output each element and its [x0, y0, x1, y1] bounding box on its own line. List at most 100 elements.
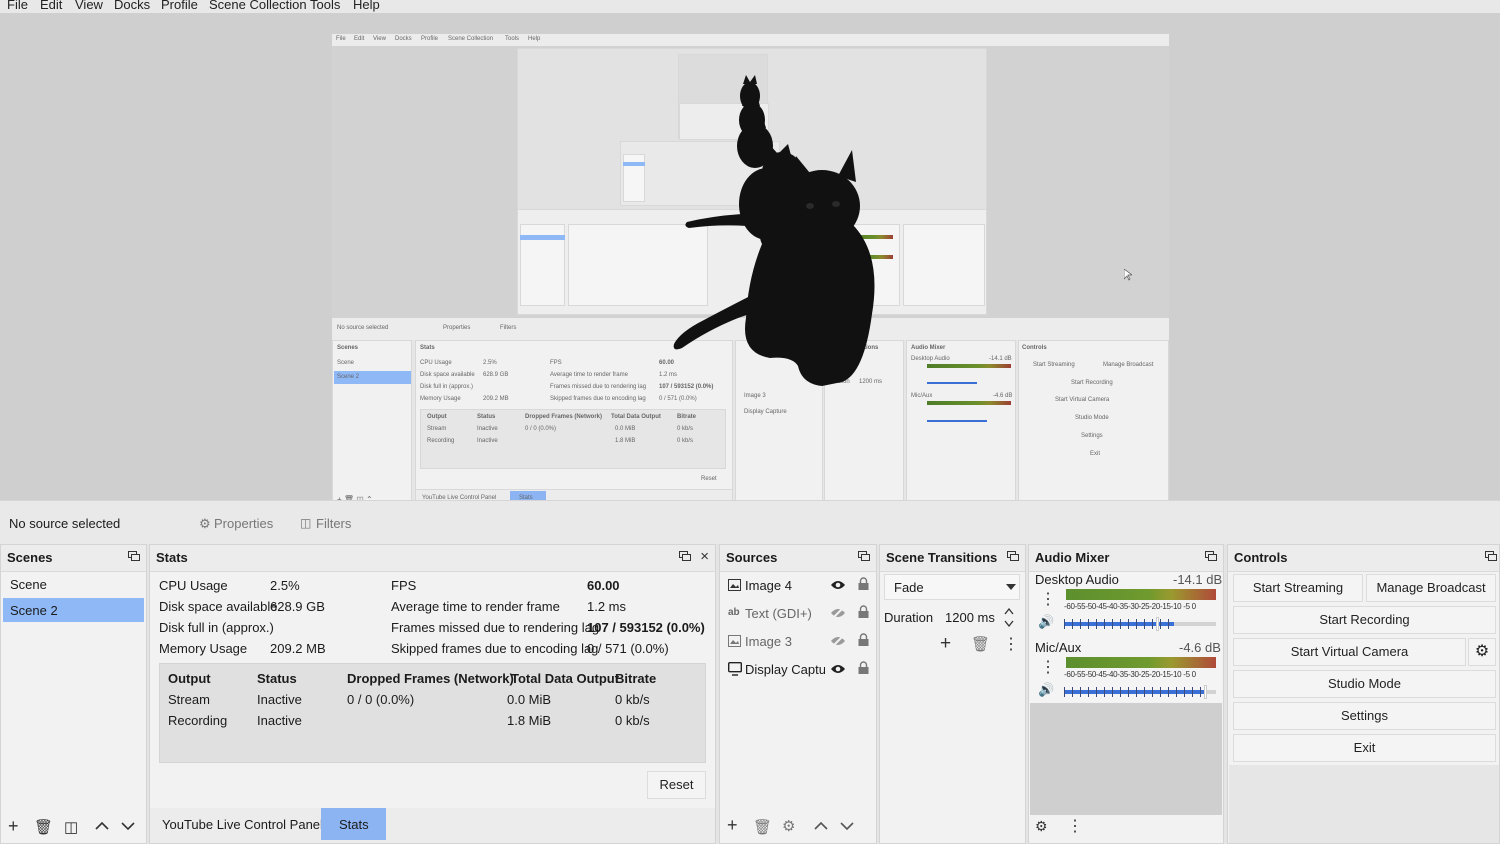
eye-hidden-icon[interactable]: [830, 606, 846, 620]
scene-item-selected[interactable]: Scene 2: [3, 598, 144, 622]
source-item[interactable]: Image 3: [724, 629, 874, 655]
nested-control: Start Virtual Camera: [1055, 397, 1110, 403]
chevron-down-icon[interactable]: [121, 821, 135, 831]
cpu-usage-value: 2.5%: [270, 578, 300, 593]
nested-control: Studio Mode: [1075, 415, 1109, 421]
manage-broadcast-button[interactable]: Manage Broadcast: [1366, 574, 1496, 602]
more-options-icon[interactable]: ⋮: [1040, 660, 1056, 676]
more-options-icon[interactable]: ⋮: [1067, 819, 1083, 835]
undock-icon[interactable]: [128, 551, 140, 561]
undock-icon[interactable]: [679, 551, 691, 561]
nested-menu-item: Docks: [395, 36, 412, 42]
more-options-icon[interactable]: ⋮: [1003, 637, 1019, 653]
tab-youtube-live-control-panel[interactable]: YouTube Live Control Panel: [154, 808, 323, 840]
menu-help[interactable]: Help: [353, 0, 380, 12]
scenes-title: Scenes: [7, 550, 53, 565]
preview-canvas[interactable]: File Edit View Docks Profile Scene Colle…: [331, 33, 1170, 507]
add-icon[interactable]: +: [940, 634, 951, 653]
trash-icon[interactable]: 🗑: [971, 637, 990, 652]
menu-view[interactable]: View: [75, 0, 103, 12]
lock-icon[interactable]: [858, 605, 869, 619]
eye-hidden-icon[interactable]: [830, 634, 846, 648]
nested-control: Exit: [1090, 451, 1101, 457]
exit-button[interactable]: Exit: [1233, 734, 1496, 762]
channel-name: Mic/Aux: [1035, 640, 1082, 655]
menu-profile[interactable]: Profile: [161, 0, 198, 12]
nested-desktop-db: -14.1 dB: [989, 356, 1012, 362]
undock-icon[interactable]: [1485, 551, 1497, 561]
filter-icon[interactable]: ◫: [64, 820, 78, 835]
nested-control: Manage Broadcast: [1103, 362, 1154, 368]
menu-scene-collection[interactable]: Scene Collection: [209, 0, 307, 12]
nested-scenes-title: Scenes: [337, 345, 359, 351]
duration-spinbox[interactable]: 1200 ms: [940, 605, 1020, 631]
controls-header: Controls: [1228, 545, 1499, 572]
virtual-camera-settings-gear-icon[interactable]: ⚙: [1468, 638, 1496, 666]
trash-icon[interactable]: 🗑: [34, 820, 53, 835]
properties-button[interactable]: ⚙ Properties: [199, 515, 279, 533]
close-icon[interactable]: ×: [700, 549, 709, 564]
table-cell: 0 / 0 (0.0%): [347, 692, 415, 707]
undock-icon[interactable]: [858, 551, 870, 561]
nested-audio-dock: Audio Mixer Desktop Audio -14.1 dB Mic/A…: [906, 340, 1016, 507]
scenes-header: Scenes: [1, 545, 146, 572]
add-icon[interactable]: +: [727, 816, 738, 834]
chevron-down-icon[interactable]: [840, 821, 854, 831]
lock-icon[interactable]: [858, 577, 869, 591]
nested-menu-item: Tools: [505, 36, 520, 42]
source-item[interactable]: ab Text (GDI+): [724, 601, 874, 627]
scene-item[interactable]: Scene: [3, 573, 144, 597]
duration-label: Duration: [884, 610, 934, 625]
scene-label: Scene 2: [10, 603, 58, 618]
chevron-up-icon[interactable]: [95, 821, 109, 831]
advanced-audio-gear-icon[interactable]: ⚙: [1035, 819, 1048, 834]
start-virtual-camera-button[interactable]: Start Virtual Camera: [1233, 638, 1466, 666]
lock-icon[interactable]: [858, 633, 869, 647]
cat-image-source[interactable]: [602, 54, 902, 394]
lock-icon[interactable]: [858, 661, 869, 675]
menu-edit[interactable]: Edit: [40, 0, 62, 12]
volume-handle[interactable]: [1204, 685, 1207, 699]
reset-button[interactable]: Reset: [647, 771, 706, 799]
volume-slider[interactable]: [1064, 685, 1216, 699]
tab-stats[interactable]: Stats: [321, 808, 386, 840]
studio-mode-button[interactable]: Studio Mode: [1233, 670, 1496, 698]
start-streaming-button[interactable]: Start Streaming: [1233, 574, 1363, 602]
nested-mic-label: Mic/Aux: [911, 393, 933, 399]
undock-icon[interactable]: [1205, 551, 1217, 561]
start-recording-button[interactable]: Start Recording: [1233, 606, 1496, 634]
gear-icon[interactable]: ⚙: [782, 819, 795, 834]
speaker-icon[interactable]: 🔊: [1038, 682, 1054, 697]
source-label: Image 4: [745, 578, 792, 593]
source-item[interactable]: Display Captur: [724, 657, 874, 683]
duration-value: 1200 ms: [945, 610, 995, 625]
eye-icon[interactable]: [830, 579, 846, 591]
nested-stat-value: 2.5%: [483, 360, 497, 366]
menu-docks[interactable]: Docks: [114, 0, 150, 12]
menu-tools[interactable]: Tools: [310, 0, 340, 12]
no-source-label: No source selected: [9, 516, 121, 531]
table-header: Dropped Frames (Network): [347, 671, 514, 686]
filters-button[interactable]: ◫ Filters: [300, 515, 360, 533]
settings-button[interactable]: Settings: [1233, 702, 1496, 730]
source-label: Text (GDI+): [745, 606, 812, 621]
transition-select[interactable]: Fade: [884, 574, 1020, 600]
volume-slider[interactable]: [1064, 617, 1216, 631]
trash-icon[interactable]: 🗑: [753, 820, 772, 835]
speaker-icon[interactable]: 🔊: [1038, 614, 1054, 629]
source-item[interactable]: Image 4: [724, 573, 874, 599]
rendering-lag-label: Frames missed due to rendering lag: [391, 620, 600, 635]
volume-handle[interactable]: [1156, 617, 1159, 631]
preview-area[interactable]: File Edit View Docks Profile Scene Colle…: [0, 13, 1500, 507]
chevron-up-icon[interactable]: [814, 821, 828, 831]
nested-scene-item: Scene 2: [337, 374, 360, 380]
undock-icon[interactable]: [1007, 551, 1019, 561]
level-meter: [1066, 589, 1216, 600]
spin-down-icon[interactable]: [1004, 620, 1014, 627]
add-icon[interactable]: +: [8, 817, 19, 835]
eye-icon[interactable]: [830, 663, 846, 675]
menu-file[interactable]: File: [7, 0, 28, 12]
spin-up-icon[interactable]: [1004, 608, 1014, 615]
sources-dock: Sources Image 4 ab Text (GDI+) Image 3 D…: [719, 544, 877, 844]
more-options-icon[interactable]: ⋮: [1040, 592, 1056, 608]
